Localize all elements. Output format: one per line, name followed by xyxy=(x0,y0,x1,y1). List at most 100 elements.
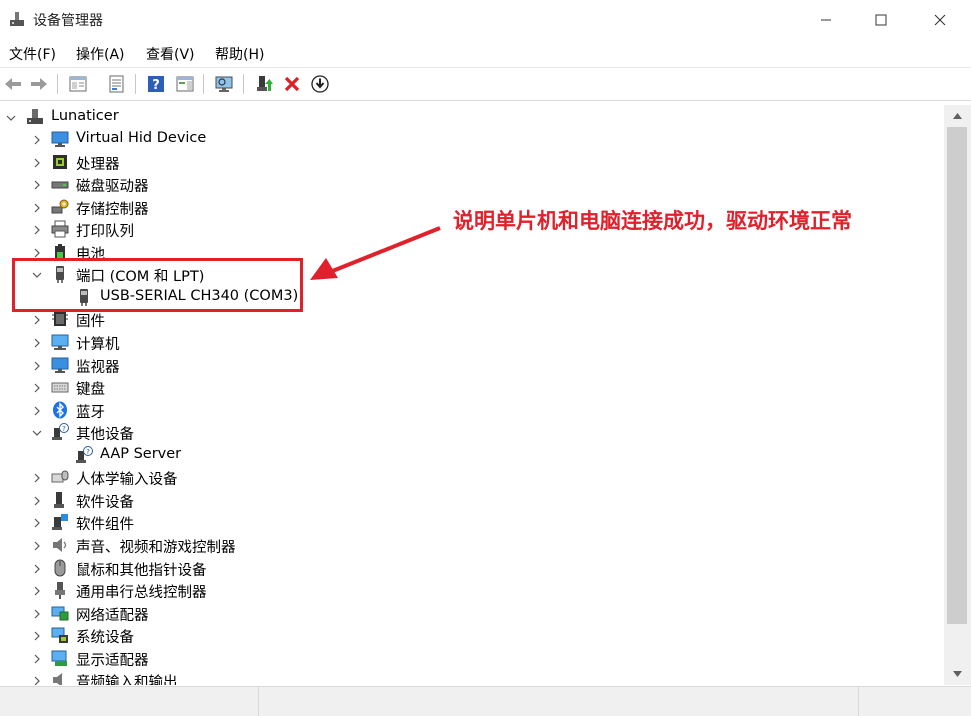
update-driver-icon xyxy=(257,76,273,91)
properties-button[interactable] xyxy=(106,73,128,95)
tree-root-node[interactable]: Lunaticer xyxy=(51,108,119,124)
back-button[interactable] xyxy=(2,73,24,95)
expand-chevron-icon[interactable] xyxy=(32,406,42,416)
tree-category-item[interactable]: Virtual Hid Device xyxy=(76,130,206,146)
firmware-icon xyxy=(51,310,69,328)
annotation-text: 说明单片机和电脑连接成功，驱动环境正常 xyxy=(453,209,852,233)
scroll-down-icon xyxy=(953,671,962,677)
toolbar-separator xyxy=(135,74,136,94)
status-bar xyxy=(0,686,971,716)
expand-chevron-icon[interactable] xyxy=(32,248,42,258)
expand-chevron-icon[interactable] xyxy=(32,338,42,348)
expand-chevron-icon[interactable] xyxy=(32,564,42,574)
window-title: 设备管理器 xyxy=(33,13,103,29)
tree-category-item[interactable]: 计算机 xyxy=(76,333,120,354)
menu-view[interactable]: 查看(V) xyxy=(146,44,195,64)
expand-chevron-icon[interactable] xyxy=(32,180,42,190)
tree-category-item[interactable]: 声音、视频和游戏控制器 xyxy=(76,536,236,557)
close-button[interactable] xyxy=(911,0,969,40)
action-pane-button[interactable] xyxy=(174,73,196,95)
monitor-icon xyxy=(51,130,69,148)
expand-chevron-icon[interactable] xyxy=(32,225,42,235)
menu-help[interactable]: 帮助(H) xyxy=(215,44,264,64)
expand-chevron-icon[interactable] xyxy=(32,518,42,528)
storage-controller-icon xyxy=(51,198,69,216)
expand-chevron-icon[interactable] xyxy=(32,361,42,371)
help-icon: ? xyxy=(148,76,164,93)
expand-chevron-icon[interactable] xyxy=(32,541,42,551)
expand-chevron-icon[interactable] xyxy=(32,496,42,506)
toolbar-separator xyxy=(57,74,58,94)
expand-chevron-icon[interactable] xyxy=(32,586,42,596)
svg-text:?: ? xyxy=(62,425,66,433)
tree-category-item[interactable]: 打印队列 xyxy=(76,220,134,241)
forward-arrow-icon xyxy=(31,78,47,90)
computer-icon xyxy=(51,333,69,351)
tree-category-item[interactable]: 蓝牙 xyxy=(76,401,105,422)
expand-chevron-icon[interactable] xyxy=(32,609,42,619)
disk-drive-icon xyxy=(51,175,69,193)
collapse-chevron-icon[interactable] xyxy=(32,428,42,438)
monitor-icon xyxy=(51,356,69,374)
tree-category-item[interactable]: 固件 xyxy=(76,310,105,331)
collapse-chevron-icon[interactable] xyxy=(6,113,16,123)
minimize-button[interactable] xyxy=(797,0,855,40)
expand-chevron-icon[interactable] xyxy=(32,383,42,393)
keyboard-icon xyxy=(51,378,69,396)
title-bar: 设备管理器 xyxy=(0,0,971,40)
forward-button[interactable] xyxy=(28,73,50,95)
unknown-device-icon: ? xyxy=(75,445,93,464)
tree-category-item[interactable]: 通用串行总线控制器 xyxy=(76,581,207,602)
update-driver-button[interactable] xyxy=(253,73,275,95)
scrollbar-thumb[interactable] xyxy=(947,127,967,624)
svg-text:?: ? xyxy=(86,448,90,456)
status-divider xyxy=(258,687,259,716)
tree-category-item[interactable]: 键盘 xyxy=(76,378,105,399)
tree-category-item[interactable]: 软件设备 xyxy=(76,491,134,512)
tree-category-item[interactable]: 显示适配器 xyxy=(76,649,149,670)
mouse-icon xyxy=(51,559,69,577)
expand-chevron-icon[interactable] xyxy=(32,676,42,685)
tree-category-item[interactable]: 磁盘驱动器 xyxy=(76,175,149,196)
expand-chevron-icon[interactable] xyxy=(32,203,42,213)
menu-action[interactable]: 操作(A) xyxy=(76,44,125,64)
console-tree-icon xyxy=(69,76,87,92)
disable-device-button[interactable] xyxy=(309,73,331,95)
tree-category-item[interactable]: 监视器 xyxy=(76,356,120,377)
highlight-box xyxy=(12,258,303,312)
scan-hardware-button[interactable] xyxy=(213,73,235,95)
toolbar: ? xyxy=(0,67,971,101)
maximize-button[interactable] xyxy=(852,0,910,40)
tree-category-item[interactable]: 软件组件 xyxy=(76,513,134,534)
expand-chevron-icon[interactable] xyxy=(32,654,42,664)
tree-category-item[interactable]: 其他设备 xyxy=(76,423,134,444)
maximize-icon xyxy=(875,14,887,26)
toolbar-separator xyxy=(203,74,204,94)
expand-chevron-icon[interactable] xyxy=(32,158,42,168)
tree-category-item[interactable]: 系统设备 xyxy=(76,626,134,647)
tree-category-item[interactable]: 存储控制器 xyxy=(76,198,149,219)
device-manager-icon xyxy=(9,11,25,27)
hid-icon xyxy=(51,468,69,486)
expand-chevron-icon[interactable] xyxy=(32,135,42,145)
help-button[interactable]: ? xyxy=(145,73,167,95)
expand-chevron-icon[interactable] xyxy=(32,315,42,325)
tree-category-item[interactable]: 人体学输入设备 xyxy=(76,468,178,489)
expand-chevron-icon[interactable] xyxy=(32,473,42,483)
tree-category-item[interactable]: 网络适配器 xyxy=(76,604,149,625)
speaker-icon xyxy=(51,536,69,554)
minimize-icon xyxy=(821,19,831,21)
network-adapter-icon xyxy=(51,604,69,622)
properties-panel-button[interactable] xyxy=(67,73,89,95)
tree-device-item[interactable]: AAP Server xyxy=(100,446,181,462)
tree-category-item[interactable]: 音频输入和输出 xyxy=(76,671,178,685)
menu-file[interactable]: 文件(F) xyxy=(9,44,56,64)
device-tree: Lunaticer Virtual Hid Device 处理器 磁盘驱动器 存储控制器… xyxy=(0,105,944,685)
tree-category-item[interactable]: 处理器 xyxy=(76,153,120,174)
tree-category-item[interactable]: 鼠标和其他指针设备 xyxy=(76,559,207,580)
uninstall-device-button[interactable] xyxy=(281,73,303,95)
computer-root-icon xyxy=(26,108,44,126)
scroll-up-icon xyxy=(953,113,962,119)
menu-bar: 文件(F) 操作(A) 查看(V) 帮助(H) xyxy=(0,40,971,66)
expand-chevron-icon[interactable] xyxy=(32,631,42,641)
